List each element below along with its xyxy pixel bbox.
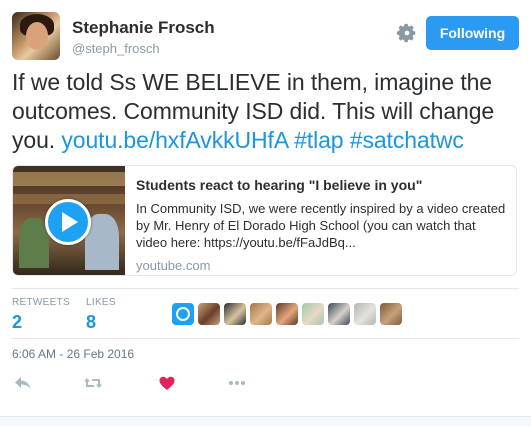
tweet-timestamp[interactable]: 6:06 AM - 26 Feb 2016	[12, 347, 134, 361]
thumb-shelf	[13, 172, 125, 186]
card-description: In Community ISD, we were recently inspi…	[136, 201, 506, 250]
liker-avatar[interactable]	[198, 303, 220, 325]
bottom-bar	[0, 416, 531, 426]
more-icon[interactable]	[226, 372, 248, 394]
link-card[interactable]: Students react to hearing "I believe in …	[12, 165, 517, 276]
card-body: Students react to hearing "I believe in …	[136, 176, 506, 274]
hashtag-satchatwc[interactable]: #satchatwc	[350, 127, 464, 153]
liker-avatar[interactable]	[380, 303, 402, 325]
hashtag-tlap[interactable]: #tlap	[294, 127, 343, 153]
avatar[interactable]	[12, 12, 60, 60]
video-thumbnail[interactable]	[13, 166, 125, 275]
play-icon[interactable]	[45, 199, 91, 245]
liker-avatar[interactable]	[172, 303, 194, 325]
liker-avatar[interactable]	[328, 303, 350, 325]
likes-count: 8	[86, 312, 97, 332]
user-handle[interactable]: @steph_frosch	[72, 41, 160, 56]
divider	[12, 288, 519, 289]
tweet-header: Stephanie Frosch @steph_frosch Following	[12, 12, 519, 62]
card-domain: youtube.com	[136, 258, 211, 273]
tweet-text: If we told Ss WE BELIEVE in them, imagin…	[12, 68, 517, 155]
liker-avatar[interactable]	[224, 303, 246, 325]
reply-icon[interactable]	[12, 372, 34, 394]
smile-icon	[176, 307, 190, 321]
liker-avatar[interactable]	[276, 303, 298, 325]
likes-label: LIKES	[86, 297, 116, 308]
gear-icon[interactable]	[396, 22, 418, 44]
liker-avatar[interactable]	[354, 303, 376, 325]
tweet-link[interactable]: youtu.be/hxfAvkkUHfA	[61, 127, 288, 153]
retweets-stat[interactable]: RETWEETS 2	[12, 297, 70, 333]
card-title[interactable]: Students react to hearing "I believe in …	[136, 176, 506, 194]
retweet-icon[interactable]	[82, 372, 104, 394]
heart-icon[interactable]	[156, 372, 178, 394]
avatar-face	[26, 22, 48, 50]
tweet: Stephanie Frosch @steph_frosch Following…	[0, 0, 531, 426]
liker-avatar[interactable]	[302, 303, 324, 325]
liker-avatar[interactable]	[250, 303, 272, 325]
divider	[12, 338, 519, 339]
following-button[interactable]: Following	[426, 16, 519, 50]
likes-stat[interactable]: LIKES 8	[86, 297, 116, 333]
user-name[interactable]: Stephanie Frosch	[72, 18, 215, 38]
retweets-label: RETWEETS	[12, 297, 70, 308]
retweets-count: 2	[12, 312, 23, 332]
